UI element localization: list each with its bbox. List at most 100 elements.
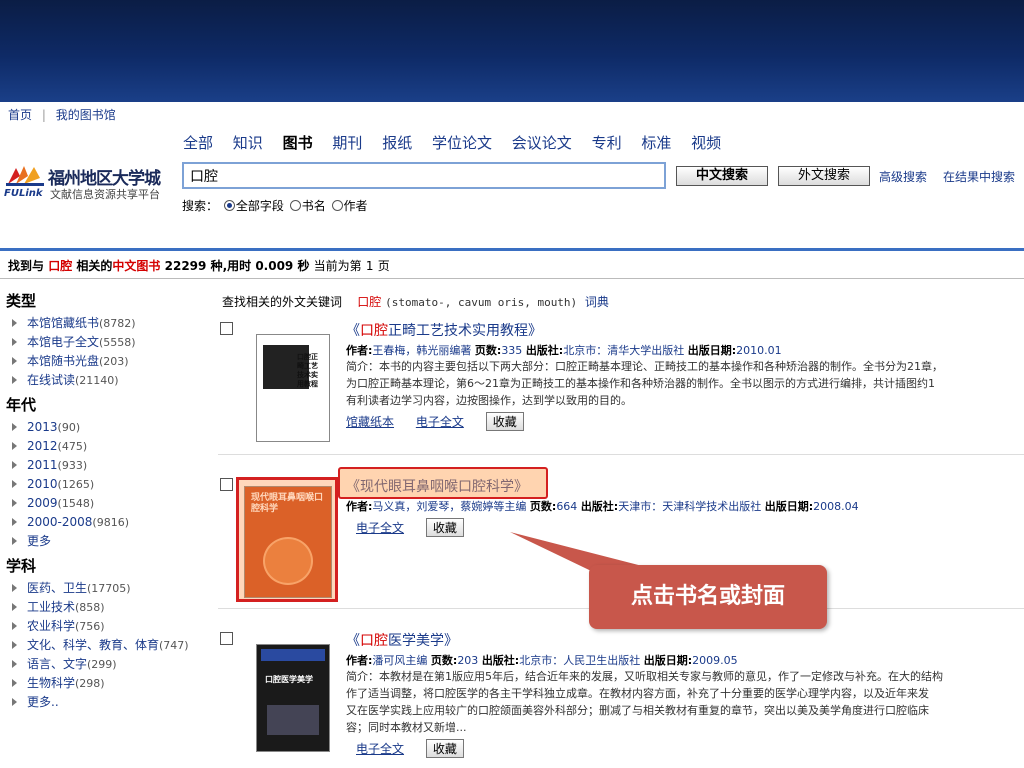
result-checkbox[interactable] <box>220 632 233 645</box>
nav-separator: | <box>41 108 46 122</box>
facet-item[interactable]: 语言、文字(299) <box>6 655 211 674</box>
result-info: 《口腔医学美学》 作者:潘可风主编 页数:203 出版社:北京市：人民卫生出版社… <box>346 630 1024 758</box>
facet-item-count: (756) <box>75 620 105 633</box>
tab-standards[interactable]: 标准 <box>641 134 671 152</box>
status-page-unit: 页 <box>377 259 390 273</box>
result-checkbox[interactable] <box>220 322 233 335</box>
author: 王春梅，韩光丽编著 <box>372 344 472 357</box>
facet-item-label: 更多.. <box>27 695 59 709</box>
site-logo[interactable]: 福州地区大学城 FULink 文献信息资源共享平台 <box>2 162 172 202</box>
tab-all[interactable]: 全部 <box>183 134 213 152</box>
facet-item[interactable]: 2012(475) <box>6 437 211 456</box>
pages-label: 页数: <box>529 500 557 513</box>
cover-image <box>267 705 319 735</box>
result-item: 口腔正畸工艺技术实用教程 《口腔正畸工艺技术实用教程》 作者:王春梅，韩光丽编著… <box>218 320 1024 450</box>
related-keyword[interactable]: 口腔 <box>357 295 381 309</box>
tab-videos[interactable]: 视频 <box>691 134 721 152</box>
facet-item-count: (21140) <box>75 374 119 387</box>
cover-title: 口腔正畸工艺技术实用教程 <box>297 353 318 388</box>
status-page-text: 当前为第 <box>313 259 362 273</box>
triangle-icon <box>12 442 17 450</box>
search-input[interactable] <box>182 162 666 189</box>
facet-item[interactable]: 2011(933) <box>6 456 211 475</box>
facet-item[interactable]: 医药、卫生(17705) <box>6 579 211 598</box>
home-link[interactable]: 首页 <box>8 108 32 122</box>
facet-item-label: 2013 <box>27 420 58 434</box>
facet-item[interactable]: 文化、科学、教育、体育(747) <box>6 636 211 655</box>
radio-all-fields[interactable] <box>223 200 235 211</box>
facet-item-label: 更多 <box>27 534 52 548</box>
paper-copy-link[interactable]: 馆藏纸本 <box>346 415 394 429</box>
facet-item[interactable]: 2013(90) <box>6 418 211 437</box>
facet-item-count: (1548) <box>57 497 95 510</box>
author-label: 作者: <box>346 344 373 357</box>
author-label: 作者: <box>346 500 373 513</box>
facet-year: 年代 2013(90) 2012(475) 2011(933) 2010(126… <box>6 394 211 551</box>
tab-newspapers[interactable]: 报纸 <box>382 134 412 152</box>
facet-item[interactable]: 本馆馆藏纸书(8782) <box>6 314 211 333</box>
result-checkbox[interactable] <box>220 478 233 491</box>
book-cover[interactable]: 口腔医学美学 <box>256 644 330 752</box>
result-actions: 馆藏纸本 电子全文 收藏 <box>346 412 1024 431</box>
facet-more[interactable]: 更多 <box>6 532 211 551</box>
pages: 203 <box>457 654 479 667</box>
tab-patents[interactable]: 专利 <box>592 134 622 152</box>
triangle-icon <box>12 622 17 630</box>
book-abstract: 作了适当调整，将口腔医学的各主干学科独立成章。在教材内容方面，补充了十分重要的医… <box>346 687 929 700</box>
chinese-search-button[interactable]: 中文搜索 <box>676 166 768 186</box>
book-title[interactable]: 《口腔医学美学》 <box>346 630 1024 650</box>
book-cover[interactable]: 口腔正畸工艺技术实用教程 <box>256 334 330 442</box>
radio-author[interactable] <box>331 200 343 211</box>
triangle-icon <box>12 641 17 649</box>
tab-journals[interactable]: 期刊 <box>332 134 362 152</box>
facet-item-label: 文化、科学、教育、体育 <box>27 638 160 652</box>
foreign-search-button[interactable]: 外文搜索 <box>778 166 870 186</box>
triangle-icon <box>12 679 17 687</box>
facet-item[interactable]: 工业技术(858) <box>6 598 211 617</box>
book-abstract: 简介：本书的内容主要包括以下两大部分：口腔正畸基本理论、正畸技工的基本操作和各种… <box>346 360 943 373</box>
tab-knowledge[interactable]: 知识 <box>233 134 263 152</box>
facet-item-count: (8782) <box>99 317 136 330</box>
pub-date: 2008.04 <box>813 500 859 513</box>
my-library-link[interactable]: 我的图书馆 <box>56 108 116 122</box>
status-mid: 相关的 <box>76 259 113 273</box>
dictionary-link[interactable]: 词典 <box>585 295 609 309</box>
advanced-search-link[interactable]: 高级搜索 <box>879 168 927 185</box>
facet-item[interactable]: 2009(1548) <box>6 494 211 513</box>
favorite-button[interactable]: 收藏 <box>425 518 464 537</box>
tab-theses[interactable]: 学位论文 <box>432 134 492 152</box>
facet-item[interactable]: 生物科学(298) <box>6 674 211 693</box>
fulltext-link[interactable]: 电子全文 <box>416 415 464 429</box>
radio-title[interactable] <box>289 200 301 211</box>
favorite-button[interactable]: 收藏 <box>425 739 464 758</box>
fulltext-link[interactable]: 电子全文 <box>356 742 404 756</box>
favorite-button[interactable]: 收藏 <box>485 412 524 431</box>
callout-box: 点击书名或封面 <box>589 565 827 629</box>
facet-item[interactable]: 2000-2008(9816) <box>6 513 211 532</box>
facet-item-count: (203) <box>99 355 129 368</box>
publisher: 天津市：天津科学技术出版社 <box>618 500 762 513</box>
facet-more[interactable]: 更多.. <box>6 693 211 712</box>
facet-item-label: 本馆馆藏纸书 <box>27 316 100 330</box>
facet-item[interactable]: 2010(1265) <box>6 475 211 494</box>
facet-item[interactable]: 本馆电子全文(5558) <box>6 333 211 352</box>
title-keyword: 口腔 <box>360 323 388 339</box>
triangle-icon <box>12 423 17 431</box>
tab-books[interactable]: 图书 <box>283 134 313 152</box>
book-abstract: 简介：本教材是在第1版应用5年后，结合近年来的发展，又听取相关专家与教师的意见，… <box>346 670 943 683</box>
facet-item[interactable]: 农业科学(756) <box>6 617 211 636</box>
facet-title: 年代 <box>6 396 37 414</box>
facet-item[interactable]: 本馆随书光盘(203) <box>6 352 211 371</box>
book-title[interactable]: 《口腔正畸工艺技术实用教程》 <box>346 320 1024 340</box>
title-pre: 《 <box>346 323 360 339</box>
tab-conference[interactable]: 会议论文 <box>512 134 572 152</box>
search-in-results-link[interactable]: 在结果中搜索 <box>943 168 1015 185</box>
facet-item-label: 2012 <box>27 439 58 453</box>
result-actions: 电子全文 收藏 <box>346 739 1024 758</box>
facet-item-label: 在线试读 <box>27 373 76 387</box>
fulltext-link[interactable]: 电子全文 <box>356 521 404 535</box>
facet-item[interactable]: 在线试读(21140) <box>6 371 211 390</box>
related-terms[interactable]: (stomato-, cavum oris, mouth) <box>385 296 577 309</box>
result-actions: 电子全文 收藏 <box>346 518 1024 537</box>
author: 马义真，刘爱琴，蔡婉婷等主编 <box>372 500 527 513</box>
